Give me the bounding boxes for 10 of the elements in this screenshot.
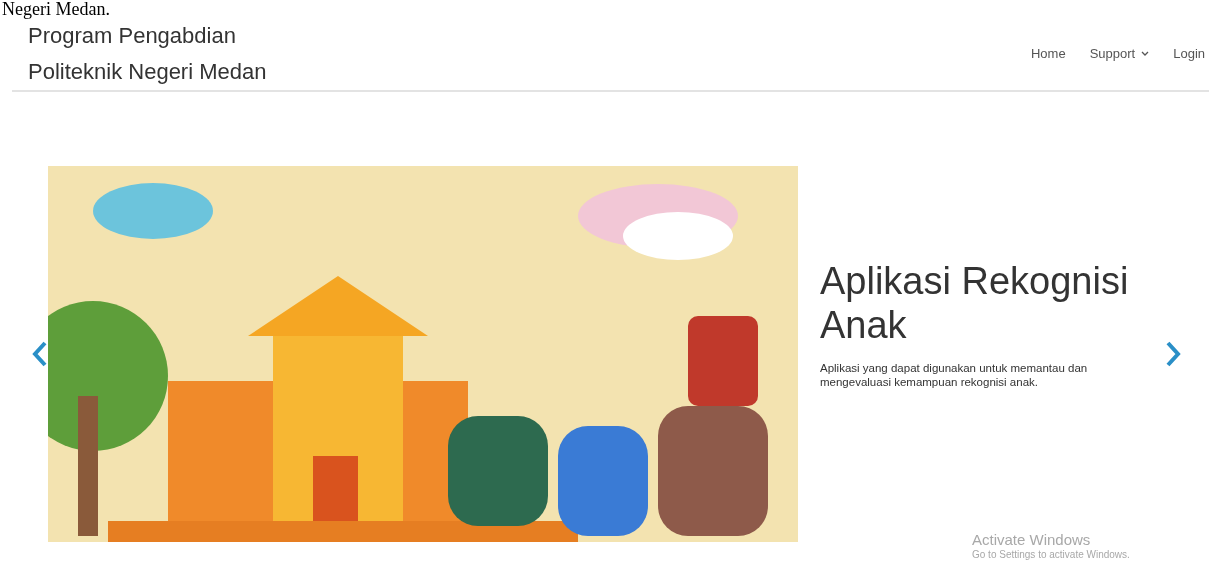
nav-link[interactable]: Login (1173, 44, 1205, 64)
brand-title[interactable]: Program Pengabdian (28, 23, 267, 49)
brand-title[interactable]: Politeknik Negeri Medan (28, 59, 267, 85)
nav-link[interactable]: Support (1089, 44, 1150, 64)
activation-title: Activate Windows (972, 531, 1092, 549)
document-caption: Negeri Medan. (1, 0, 111, 18)
nav-link[interactable]: Home (1030, 44, 1066, 64)
slide-title: Aplikasi Rekognisi Anak (820, 259, 1130, 347)
slide-description: Aplikasi yang dapat digunakan untuk memantau dan mengevaluasi kemampuan rekognisi anak. (820, 361, 1089, 389)
activation-subtitle: Go to Settings to activate Windows. (972, 549, 1130, 561)
